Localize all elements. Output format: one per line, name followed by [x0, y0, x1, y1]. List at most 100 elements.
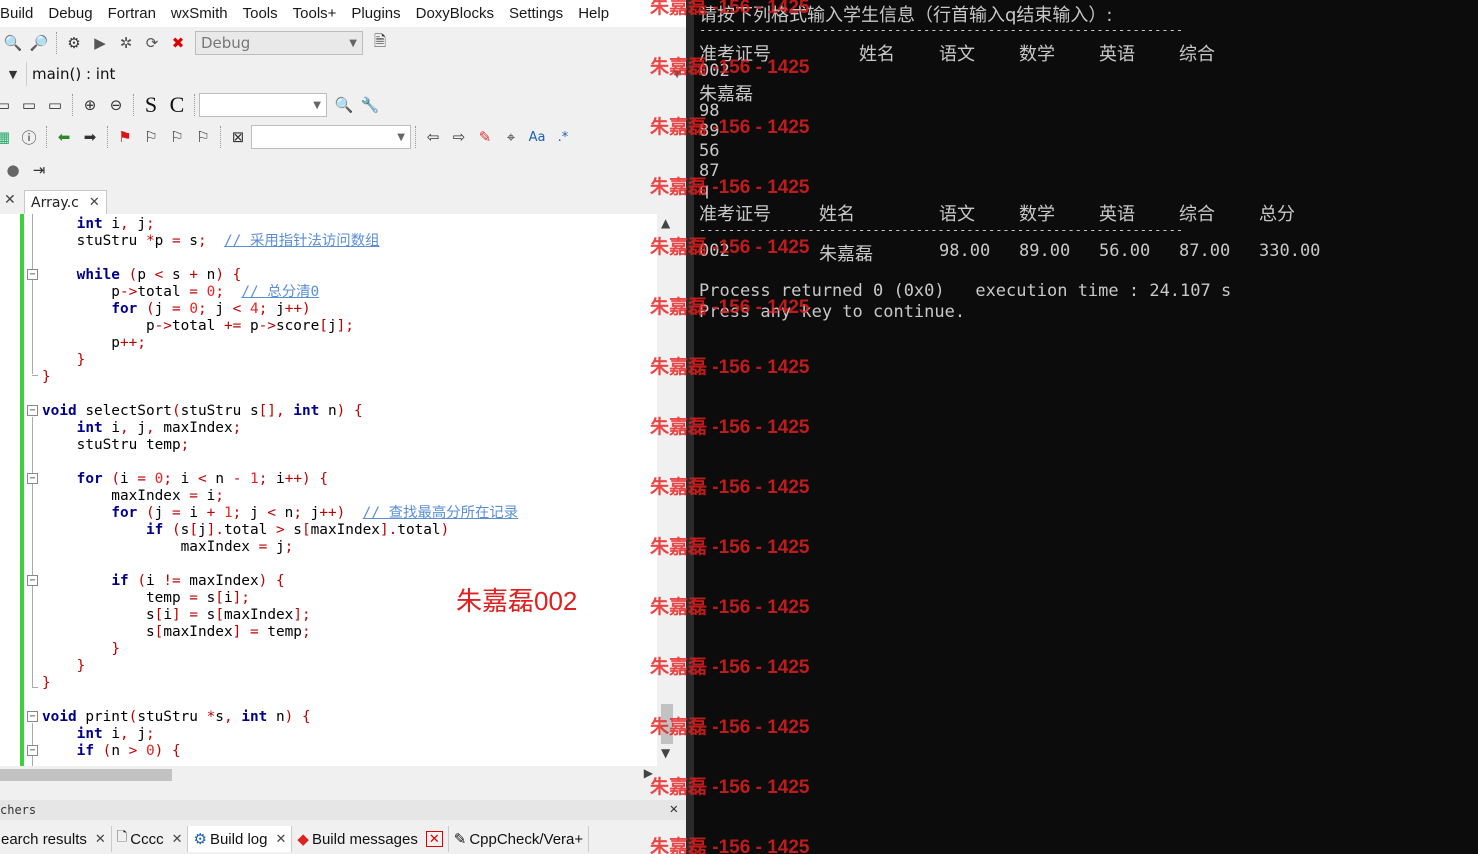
search-icon[interactable]: 🔍: [2, 32, 24, 54]
menu-plugins[interactable]: Plugins: [351, 5, 400, 22]
highlight-icon[interactable]: ✎: [474, 126, 496, 148]
doxy-icon[interactable]: ▦: [0, 126, 14, 148]
back-icon[interactable]: ⇦: [422, 126, 444, 148]
scope-select[interactable]: main() : int ▼: [26, 62, 686, 86]
debug-toolbar: ● ⇥: [0, 156, 686, 184]
zoom-in-icon[interactable]: ⊕: [79, 94, 101, 116]
fold-toggle-icon[interactable]: −: [27, 575, 38, 586]
change-bar: [20, 214, 24, 766]
clear-icon[interactable]: ⊠: [227, 126, 249, 148]
fold-toggle-icon[interactable]: −: [27, 473, 38, 484]
watermark: 朱嘉磊 -156 - 1425: [650, 537, 810, 558]
close-icon[interactable]: ✕: [670, 801, 678, 817]
doc-icon[interactable]: ⓘ: [18, 126, 40, 148]
chevron-down-icon[interactable]: ▼: [2, 63, 24, 85]
target-options-icon[interactable]: 🗎: [369, 32, 391, 54]
run-to-cursor-icon[interactable]: ⇥: [28, 159, 50, 181]
chevron-down-icon[interactable]: ▼: [661, 746, 670, 760]
result-cell: 朱嘉磊: [819, 244, 873, 265]
fold-toggle-icon[interactable]: −: [27, 711, 38, 722]
close-icon[interactable]: ✕: [95, 831, 106, 847]
fold-toggle-icon[interactable]: −: [27, 269, 38, 280]
jump-combo[interactable]: ▼: [251, 125, 411, 149]
close-icon[interactable]: ✕: [89, 195, 100, 210]
close-icon[interactable]: ✕: [275, 831, 286, 847]
window-icon[interactable]: ▭: [18, 94, 40, 116]
menu-fortran[interactable]: Fortran: [108, 5, 156, 22]
prev-bookmark-icon[interactable]: ⚐: [140, 126, 162, 148]
menu-tools[interactable]: Tools: [243, 5, 278, 22]
tab-build-log[interactable]: ⚙ Build log ✕: [188, 826, 293, 852]
menu-wxsmith[interactable]: wxSmith: [171, 5, 228, 22]
fold-toggle-icon[interactable]: −: [27, 405, 38, 416]
document-icon: 🗋: [116, 829, 128, 844]
arrow-right-icon[interactable]: ➡: [79, 126, 101, 148]
forward-icon[interactable]: ⇨: [448, 126, 470, 148]
close-icon[interactable]: ✕: [172, 831, 183, 847]
source-code[interactable]: int i, j; stuStru *p = s; // 采用指针法访问数组 w…: [42, 216, 518, 760]
watermark: 朱嘉磊 -156 - 1425: [650, 657, 810, 678]
search-combo[interactable]: ▼: [199, 93, 327, 117]
header-cell: 英语: [1099, 44, 1135, 65]
find-icon[interactable]: 🔍: [333, 94, 355, 116]
selection-icon[interactable]: ⌖: [500, 126, 522, 148]
chevron-up-icon[interactable]: ▲: [661, 216, 670, 230]
menu-help[interactable]: Help: [578, 5, 609, 22]
editor-horizontal-scrollbar[interactable]: ▶: [0, 766, 657, 784]
header-cell: 姓名: [859, 44, 895, 65]
close-icon[interactable]: ✕: [425, 831, 443, 847]
menu-tools-plus[interactable]: Tools+: [293, 5, 337, 22]
header-cell: 数学: [1019, 44, 1055, 65]
run-icon[interactable]: ▶: [89, 32, 111, 54]
header-cell: 语文: [939, 44, 975, 65]
fold-toggle-icon[interactable]: −: [27, 745, 38, 756]
bookmark-flag-icon[interactable]: ⚑: [114, 126, 136, 148]
watermark: 朱嘉磊 -156 - 1425: [650, 237, 810, 258]
style-s-button[interactable]: S: [140, 92, 162, 117]
zoom-out-icon[interactable]: ⊖: [105, 94, 127, 116]
edit-toolbar: ▦ ⓘ ⬅ ➡ ⚑ ⚐ ⚐ ⚐ ⊠ ▼ ⇦ ⇨ ✎ ⌖ Aa .*: [0, 122, 686, 152]
code-completion-toolbar: ▼ main() : int ▼: [0, 60, 686, 88]
tab-build-messages[interactable]: ◆ Build messages ✕: [292, 826, 449, 852]
result-cell: 87.00: [1179, 241, 1231, 261]
next-bookmark-icon[interactable]: ⚐: [166, 126, 188, 148]
menu-settings[interactable]: Settings: [509, 5, 563, 22]
watermark: 朱嘉磊 -156 - 1425: [650, 57, 810, 78]
build-toolbar: 🔍 🔎 ⚙ ▶ ✲ ⟳ ✖ Debug ▼ 🗎: [0, 28, 686, 58]
code-editor[interactable]: − − − − − − int i, j; stuStru *p = s; //…: [0, 214, 657, 766]
arrow-left-icon[interactable]: ⬅: [53, 126, 75, 148]
tab-array-c[interactable]: Array.c ✕: [24, 190, 107, 214]
build-target-value: Debug: [201, 34, 251, 52]
build-run-icon[interactable]: ✲: [115, 32, 137, 54]
gear-icon[interactable]: ⚙: [63, 32, 85, 54]
find-replace-icon[interactable]: 🔎: [28, 32, 50, 54]
input-line: 56: [699, 141, 720, 161]
logs-panel-header: chers ✕: [0, 800, 686, 820]
close-icon[interactable]: ✕: [4, 192, 16, 208]
abort-icon[interactable]: ✖: [167, 32, 189, 54]
rebuild-icon[interactable]: ⟳: [141, 32, 163, 54]
tab-search-results[interactable]: earch results ✕: [0, 826, 112, 852]
window-icon[interactable]: ▭: [0, 94, 14, 116]
watermark: 朱嘉磊 -156 - 1425: [650, 777, 810, 798]
wrench-icon[interactable]: 🔧: [359, 94, 381, 116]
build-messages-icon: ◆: [297, 831, 309, 848]
clear-bookmark-icon[interactable]: ⚐: [192, 126, 214, 148]
regex-icon[interactable]: .*: [552, 126, 574, 148]
menu-debug[interactable]: Debug: [48, 5, 92, 22]
console-divider: ----------------------------------------…: [699, 23, 1184, 37]
scroll-thumb[interactable]: [0, 769, 172, 781]
menu-doxyblocks[interactable]: DoxyBlocks: [416, 5, 494, 22]
tab-cppcheck[interactable]: ✎ CppCheck/Vera+: [449, 826, 590, 852]
window-icon[interactable]: ▭: [44, 94, 66, 116]
tab-cccc[interactable]: 🗋 Cccc ✕: [112, 826, 189, 852]
breakpoint-icon[interactable]: ●: [2, 159, 24, 181]
match-case-icon[interactable]: Aa: [526, 126, 548, 148]
watermark: 朱嘉磊 -156 - 1425: [650, 117, 810, 138]
tab-label: Array.c: [31, 194, 79, 211]
menu-build[interactable]: Build: [0, 5, 33, 22]
build-target-select[interactable]: Debug ▼: [195, 31, 363, 55]
chevron-down-icon: ▼: [313, 99, 321, 111]
view-toolbar: ▭ ▭ ▭ ⊕ ⊖ S C ▼ 🔍 🔧: [0, 91, 686, 119]
style-c-button[interactable]: C: [166, 92, 188, 117]
